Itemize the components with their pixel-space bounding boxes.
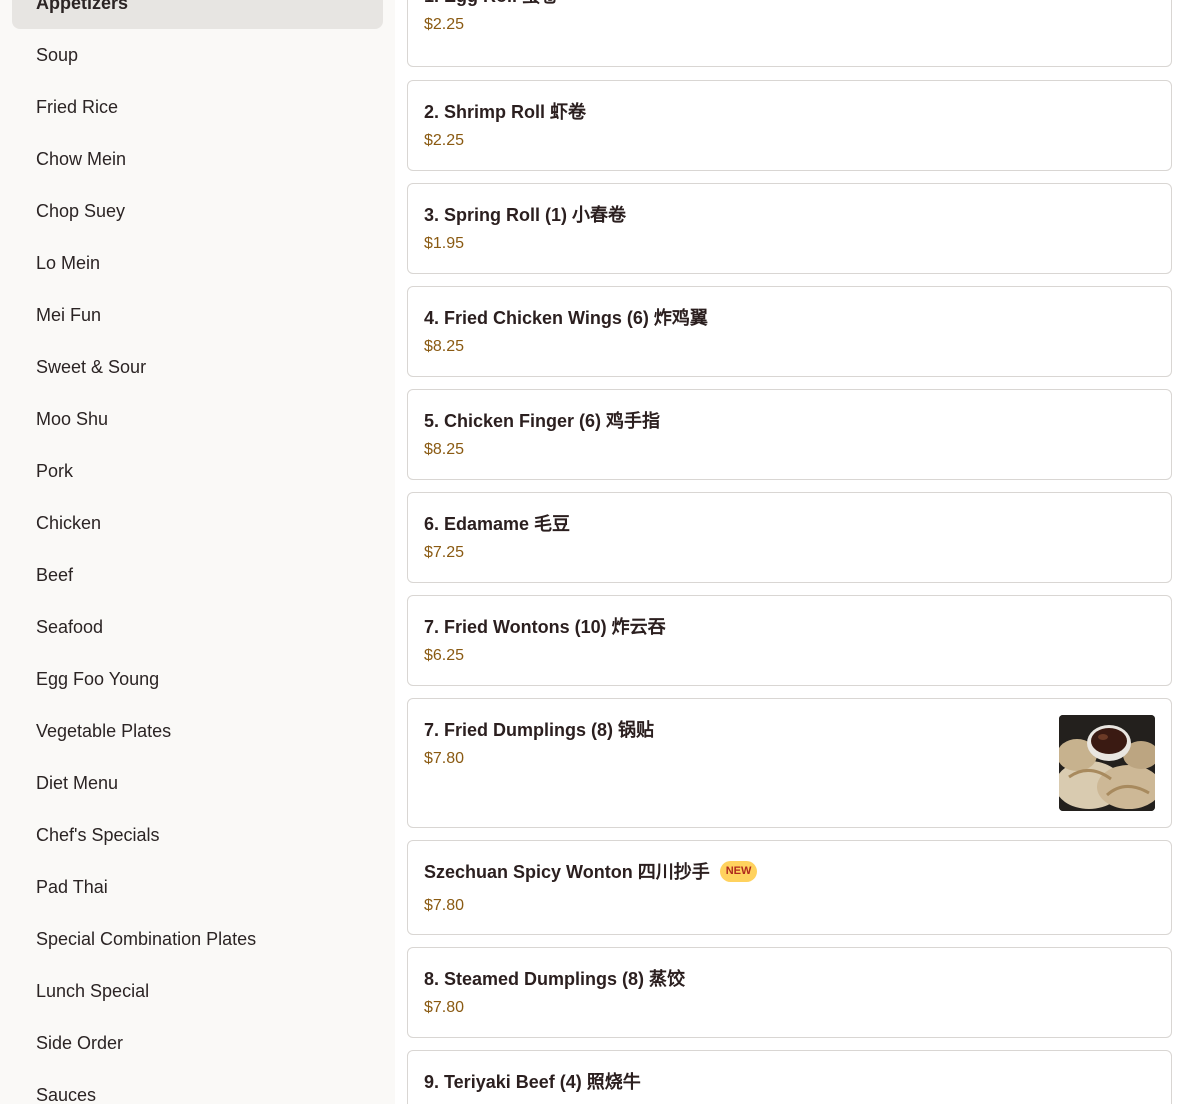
menu-item-name: Szechuan Spicy Wonton 四川抄手 NEW — [424, 858, 758, 884]
category-beef[interactable]: Beef — [12, 549, 383, 601]
category-sauces[interactable]: Sauces — [12, 1069, 383, 1104]
menu-item-card[interactable]: 6. Edamame 毛豆 $7.25 — [407, 492, 1172, 583]
menu-item-price: $8.25 — [424, 441, 465, 458]
menu-item-card[interactable]: Szechuan Spicy Wonton 四川抄手 NEW $7.80 — [407, 840, 1172, 935]
category-soup[interactable]: Soup — [12, 29, 383, 81]
menu-item-card[interactable]: 5. Chicken Finger (6) 鸡手指 $8.25 — [407, 389, 1172, 480]
menu-item-name: 7. Fried Dumplings (8) 锅贴 — [424, 720, 655, 740]
category-seafood[interactable]: Seafood — [12, 601, 383, 653]
menu-item-price: $6.25 — [424, 647, 465, 664]
dumplings-photo[interactable] — [1059, 715, 1155, 811]
menu-item-price: $7.80 — [424, 750, 465, 767]
menu-item-price: $2.25 — [424, 16, 465, 33]
menu-item-name: 9. Teriyaki Beef (4) 照烧牛 — [424, 1072, 641, 1092]
menu-item-name: 4. Fried Chicken Wings (6) 炸鸡翼 — [424, 308, 708, 328]
menu-item-price: $7.25 — [424, 544, 465, 561]
category-lo-mein[interactable]: Lo Mein — [12, 237, 383, 289]
menu-items-list: 1. Egg Roll 蛋卷 $2.25 2. Shrimp Roll 虾卷 $… — [407, 0, 1172, 1104]
dumplings-image — [1059, 715, 1155, 811]
menu-item-card[interactable]: 4. Fried Chicken Wings (6) 炸鸡翼 $8.25 — [407, 286, 1172, 377]
menu-item-name: 2. Shrimp Roll 虾卷 — [424, 102, 587, 122]
category-pork[interactable]: Pork — [12, 445, 383, 497]
category-egg-foo-young[interactable]: Egg Foo Young — [12, 653, 383, 705]
category-mei-fun[interactable]: Mei Fun — [12, 289, 383, 341]
menu-item-card[interactable]: 9. Teriyaki Beef (4) 照烧牛 — [407, 1050, 1172, 1104]
category-vegetable-plates[interactable]: Vegetable Plates — [12, 705, 383, 757]
category-moo-shu[interactable]: Moo Shu — [12, 393, 383, 445]
menu-item-card[interactable]: 3. Spring Roll (1) 小春卷 $1.95 — [407, 183, 1172, 274]
category-sweet-sour[interactable]: Sweet & Sour — [12, 341, 383, 393]
menu-item-card[interactable]: 8. Steamed Dumplings (8) 蒸饺 $7.80 — [407, 947, 1172, 1038]
category-appetizers[interactable]: Appetizers — [12, 0, 383, 29]
menu-item-name: 5. Chicken Finger (6) 鸡手指 — [424, 411, 661, 431]
category-lunch-special[interactable]: Lunch Special — [12, 965, 383, 1017]
category-chicken[interactable]: Chicken — [12, 497, 383, 549]
menu-item-price: $7.80 — [424, 999, 465, 1016]
category-sidebar: Appetizers Soup Fried Rice Chow Mein Cho… — [0, 0, 395, 1104]
category-chow-mein[interactable]: Chow Mein — [12, 133, 383, 185]
menu-item-name: 8. Steamed Dumplings (8) 蒸饺 — [424, 969, 686, 989]
new-badge: NEW — [719, 860, 758, 882]
category-diet-menu[interactable]: Diet Menu — [12, 757, 383, 809]
category-chefs-specials[interactable]: Chef's Specials — [12, 809, 383, 861]
menu-item-price: $1.95 — [424, 235, 465, 252]
menu-item-card[interactable]: 7. Fried Wontons (10) 炸云吞 $6.25 — [407, 595, 1172, 686]
menu-item-card[interactable]: 2. Shrimp Roll 虾卷 $2.25 — [407, 80, 1172, 171]
category-fried-rice[interactable]: Fried Rice — [12, 81, 383, 133]
menu-item-name: 7. Fried Wontons (10) 炸云吞 — [424, 617, 666, 637]
menu-item-price: $2.25 — [424, 132, 465, 149]
category-pad-thai[interactable]: Pad Thai — [12, 861, 383, 913]
category-special-combination-plates[interactable]: Special Combination Plates — [12, 913, 383, 965]
menu-item-name: 1. Egg Roll 蛋卷 — [424, 0, 558, 8]
menu-page: Appetizers Soup Fried Rice Chow Mein Cho… — [0, 0, 1204, 1104]
category-list: Appetizers Soup Fried Rice Chow Mein Cho… — [12, 0, 383, 1104]
menu-item-card[interactable]: 1. Egg Roll 蛋卷 $2.25 — [407, 0, 1172, 67]
menu-item-price: $7.80 — [424, 897, 465, 914]
category-side-order[interactable]: Side Order — [12, 1017, 383, 1069]
category-chop-suey[interactable]: Chop Suey — [12, 185, 383, 237]
menu-item-price: $8.25 — [424, 338, 465, 355]
menu-item-name: 3. Spring Roll (1) 小春卷 — [424, 205, 627, 225]
menu-item-card[interactable]: 7. Fried Dumplings (8) 锅贴 $7.80 — [407, 698, 1172, 828]
menu-item-name: 6. Edamame 毛豆 — [424, 514, 571, 534]
